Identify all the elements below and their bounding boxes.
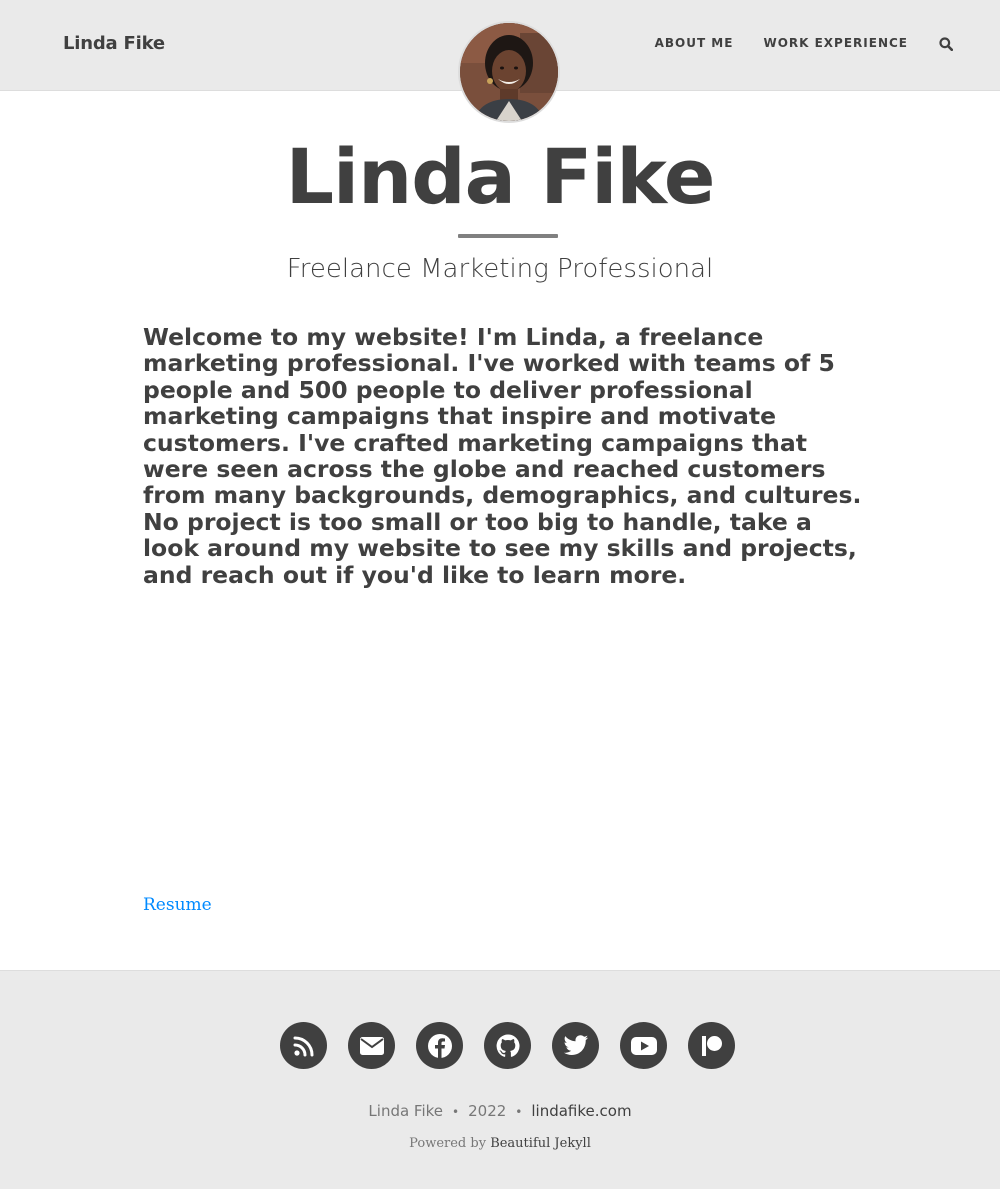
page-subtitle: Freelance Marketing Professional — [286, 254, 714, 284]
nav-about-me[interactable]: About Me — [655, 36, 734, 50]
footer-year: 2022 — [468, 1102, 507, 1120]
facebook-icon[interactable] — [416, 1022, 463, 1069]
title-divider — [458, 234, 558, 238]
youtube-icon[interactable] — [620, 1022, 667, 1069]
social-links — [280, 1022, 756, 1069]
footer-meta: Linda Fike • 2022 • lindafike.com — [0, 1102, 1000, 1120]
powered-by: Powered by Beautiful Jekyll — [0, 1136, 1000, 1151]
rss-icon[interactable] — [280, 1022, 327, 1069]
footer: Linda Fike • 2022 • lindafike.com Powered by… — [0, 970, 1000, 1189]
footer-site-link[interactable]: lindafike.com — [531, 1102, 631, 1120]
nav-links: About Me Work Experience — [625, 36, 954, 52]
email-icon[interactable] — [348, 1022, 395, 1069]
avatar[interactable] — [458, 21, 560, 123]
patreon-icon[interactable] — [688, 1022, 735, 1069]
intro-text: Welcome to my website! I'm Linda, a free… — [143, 323, 862, 589]
footer-author: Linda Fike — [368, 1102, 444, 1120]
powered-by-label: Powered by — [409, 1136, 487, 1151]
twitter-icon[interactable] — [552, 1022, 599, 1069]
separator-dot: • — [515, 1105, 523, 1119]
github-icon[interactable] — [484, 1022, 531, 1069]
jekyll-link[interactable]: Beautiful Jekyll — [490, 1136, 591, 1151]
resume-link[interactable]: Resume — [143, 895, 212, 915]
nav-work-experience[interactable]: Work Experience — [763, 36, 908, 50]
brand-link[interactable]: Linda Fike — [63, 33, 165, 54]
page-title: Linda Fike — [285, 132, 716, 221]
separator-dot: • — [452, 1105, 460, 1119]
search-icon[interactable] — [939, 36, 954, 52]
